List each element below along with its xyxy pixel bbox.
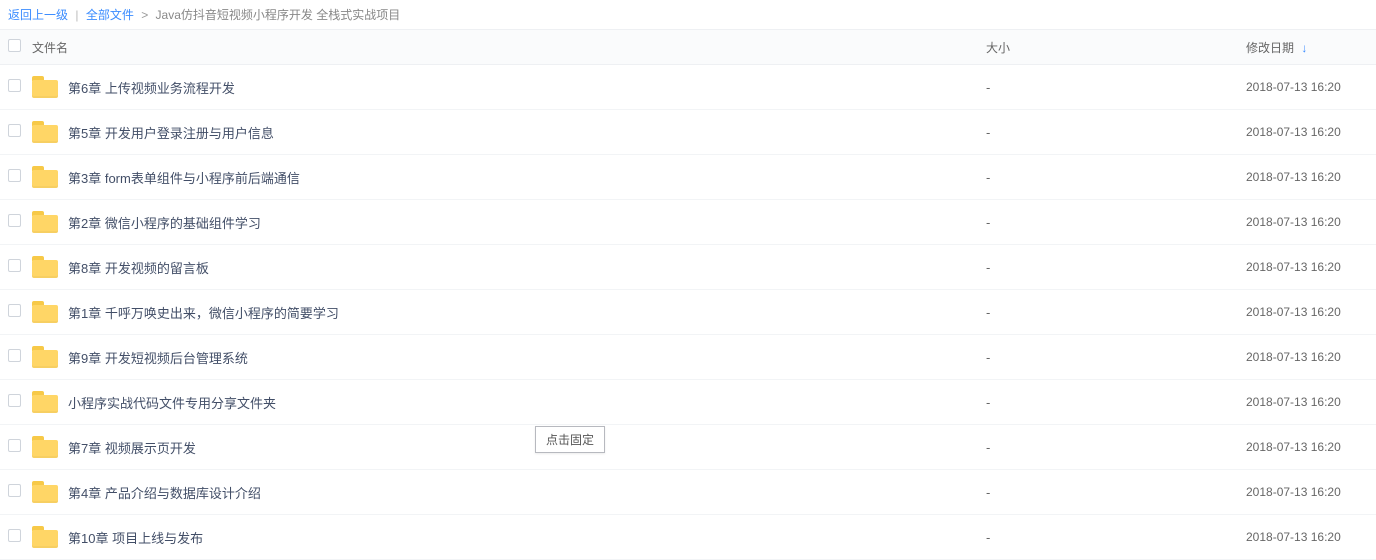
file-size: - [986,260,1246,275]
row-checkbox[interactable] [8,439,21,452]
breadcrumb: 返回上一级 | 全部文件 > Java仿抖音短视频小程序开发 全栈式实战项目 [0,0,1376,29]
row-checkbox[interactable] [8,259,21,272]
table-row[interactable]: 第7章 视频展示页开发 -2018-07-13 16:20 [0,425,1376,470]
file-size: - [986,530,1246,545]
table-row[interactable]: 第5章 开发用户登录注册与用户信息 -2018-07-13 16:20 [0,110,1376,155]
folder-icon [32,346,58,368]
folder-icon [32,256,58,278]
file-date: 2018-07-13 16:20 [1246,80,1376,94]
table-header: 文件名 大小 修改日期 ↓ [0,29,1376,65]
breadcrumb-separator: | [71,8,82,22]
file-date: 2018-07-13 16:20 [1246,260,1376,274]
file-date: 2018-07-13 16:20 [1246,215,1376,229]
folder-icon [32,526,58,548]
row-checkbox[interactable] [8,394,21,407]
file-name[interactable]: 第1章 千呼万唤史出来，微信小程序的简要学习 [68,303,339,322]
column-header-date[interactable]: 修改日期 ↓ [1246,39,1376,56]
file-size: - [986,440,1246,455]
file-size: - [986,350,1246,365]
file-date: 2018-07-13 16:20 [1246,125,1376,139]
row-checkbox[interactable] [8,304,21,317]
file-date: 2018-07-13 16:20 [1246,305,1376,319]
table-row[interactable]: 第6章 上传视频业务流程开发 -2018-07-13 16:20 [0,65,1376,110]
file-date: 2018-07-13 16:20 [1246,350,1376,364]
row-checkbox[interactable] [8,529,21,542]
row-checkbox[interactable] [8,79,21,92]
column-header-size[interactable]: 大小 [986,39,1246,56]
file-date: 2018-07-13 16:20 [1246,530,1376,544]
file-date: 2018-07-13 16:20 [1246,170,1376,184]
column-header-name[interactable]: 文件名 [30,39,986,56]
file-name[interactable]: 第4章 产品介绍与数据库设计介绍 [68,483,261,502]
folder-icon [32,166,58,188]
breadcrumb-chevron-icon: > [137,8,152,22]
folder-icon [32,391,58,413]
breadcrumb-current: Java仿抖音短视频小程序开发 全栈式实战项目 [156,8,401,22]
file-name[interactable]: 第6章 上传视频业务流程开发 [68,78,235,97]
table-row[interactable]: 第2章 微信小程序的基础组件学习 -2018-07-13 16:20 [0,200,1376,245]
table-row[interactable]: 第8章 开发视频的留言板 -2018-07-13 16:20 [0,245,1376,290]
folder-icon [32,211,58,233]
row-checkbox[interactable] [8,124,21,137]
breadcrumb-root-link[interactable]: 全部文件 [86,8,134,22]
file-date: 2018-07-13 16:20 [1246,485,1376,499]
file-size: - [986,305,1246,320]
table-row[interactable]: 第9章 开发短视频后台管理系统 -2018-07-13 16:20 [0,335,1376,380]
file-date: 2018-07-13 16:20 [1246,395,1376,409]
file-size: - [986,485,1246,500]
table-row[interactable]: 第3章 form表单组件与小程序前后端通信 -2018-07-13 16:20 [0,155,1376,200]
pin-tooltip: 点击固定 [535,426,605,453]
folder-icon [32,436,58,458]
file-size: - [986,125,1246,140]
file-size: - [986,215,1246,230]
row-checkbox[interactable] [8,169,21,182]
table-row[interactable]: 第10章 项目上线与发布 -2018-07-13 16:20 [0,515,1376,560]
folder-icon [32,121,58,143]
file-size: - [986,395,1246,410]
table-row[interactable]: 第1章 千呼万唤史出来，微信小程序的简要学习 -2018-07-13 16:20 [0,290,1376,335]
file-name[interactable]: 第5章 开发用户登录注册与用户信息 [68,123,274,142]
file-size: - [986,170,1246,185]
column-header-date-label: 修改日期 [1246,41,1294,55]
row-checkbox[interactable] [8,349,21,362]
file-name[interactable]: 第9章 开发短视频后台管理系统 [68,348,248,367]
sort-descending-icon: ↓ [1301,41,1307,55]
row-checkbox[interactable] [8,214,21,227]
table-row[interactable]: 小程序实战代码文件专用分享文件夹 -2018-07-13 16:20 [0,380,1376,425]
file-name[interactable]: 第7章 视频展示页开发 [68,438,196,457]
folder-icon [32,301,58,323]
file-name[interactable]: 小程序实战代码文件专用分享文件夹 [68,393,276,412]
file-name[interactable]: 第8章 开发视频的留言板 [68,258,209,277]
file-name[interactable]: 第3章 form表单组件与小程序前后端通信 [68,168,300,187]
table-row[interactable]: 第4章 产品介绍与数据库设计介绍 -2018-07-13 16:20 [0,470,1376,515]
file-size: - [986,80,1246,95]
file-name[interactable]: 第2章 微信小程序的基础组件学习 [68,213,261,232]
file-date: 2018-07-13 16:20 [1246,440,1376,454]
folder-icon [32,481,58,503]
row-checkbox[interactable] [8,484,21,497]
breadcrumb-back-link[interactable]: 返回上一级 [8,8,68,22]
table-body: 第6章 上传视频业务流程开发-2018-07-13 16:20第5章 开发用户登… [0,65,1376,560]
folder-icon [32,76,58,98]
file-name[interactable]: 第10章 项目上线与发布 [68,528,203,547]
select-all-checkbox[interactable] [8,39,21,52]
